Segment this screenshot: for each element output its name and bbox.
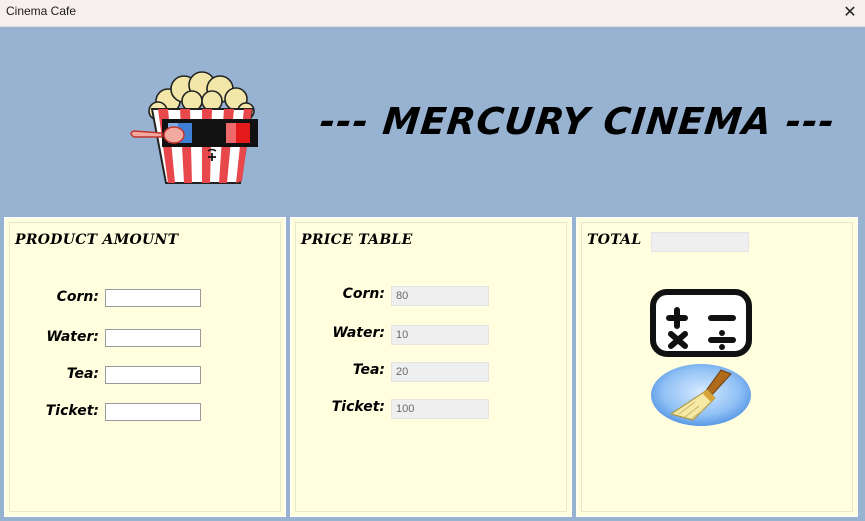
broom-icon[interactable]	[649, 362, 753, 428]
tea-label: Tea:	[66, 366, 99, 382]
close-icon[interactable]: ✕	[839, 1, 861, 23]
water-amount-input[interactable]	[105, 329, 201, 347]
popcorn-3d-glasses-icon	[130, 71, 258, 184]
product-amount-panel: PRODUCT AMOUNT Corn: Water: Tea: Ticket:	[4, 217, 286, 517]
water-price-field	[391, 325, 489, 345]
total-title: TOTAL	[587, 232, 642, 248]
tea-price-label: Tea:	[352, 362, 385, 378]
total-field	[651, 232, 749, 252]
water-price-label: Water:	[332, 325, 385, 341]
cinema-brand-title: --- MERCURY CINEMA ---	[317, 100, 838, 143]
price-table-title: PRICE TABLE	[301, 232, 413, 248]
tea-price-field	[391, 362, 489, 382]
product-amount-title: PRODUCT AMOUNT	[15, 232, 179, 248]
price-table-panel: PRICE TABLE Corn: Water: Tea: Ticket:	[290, 217, 572, 517]
corn-label: Corn:	[56, 289, 99, 305]
ticket-price-field	[391, 399, 489, 419]
title-bar: Cinema Cafe ✕	[0, 0, 865, 27]
corn-price-field	[391, 286, 489, 306]
ticket-amount-input[interactable]	[105, 403, 201, 421]
header-banner: --- MERCURY CINEMA ---	[0, 27, 865, 215]
tea-amount-input[interactable]	[105, 366, 201, 384]
water-label: Water:	[46, 329, 99, 345]
corn-price-label: Corn:	[342, 286, 385, 302]
ticket-label: Ticket:	[45, 403, 99, 419]
total-panel: TOTAL	[576, 217, 858, 517]
window-title: Cinema Cafe	[6, 4, 77, 18]
corn-amount-input[interactable]	[105, 289, 201, 307]
ticket-price-label: Ticket:	[331, 399, 385, 415]
calculator-icon[interactable]	[649, 288, 753, 360]
